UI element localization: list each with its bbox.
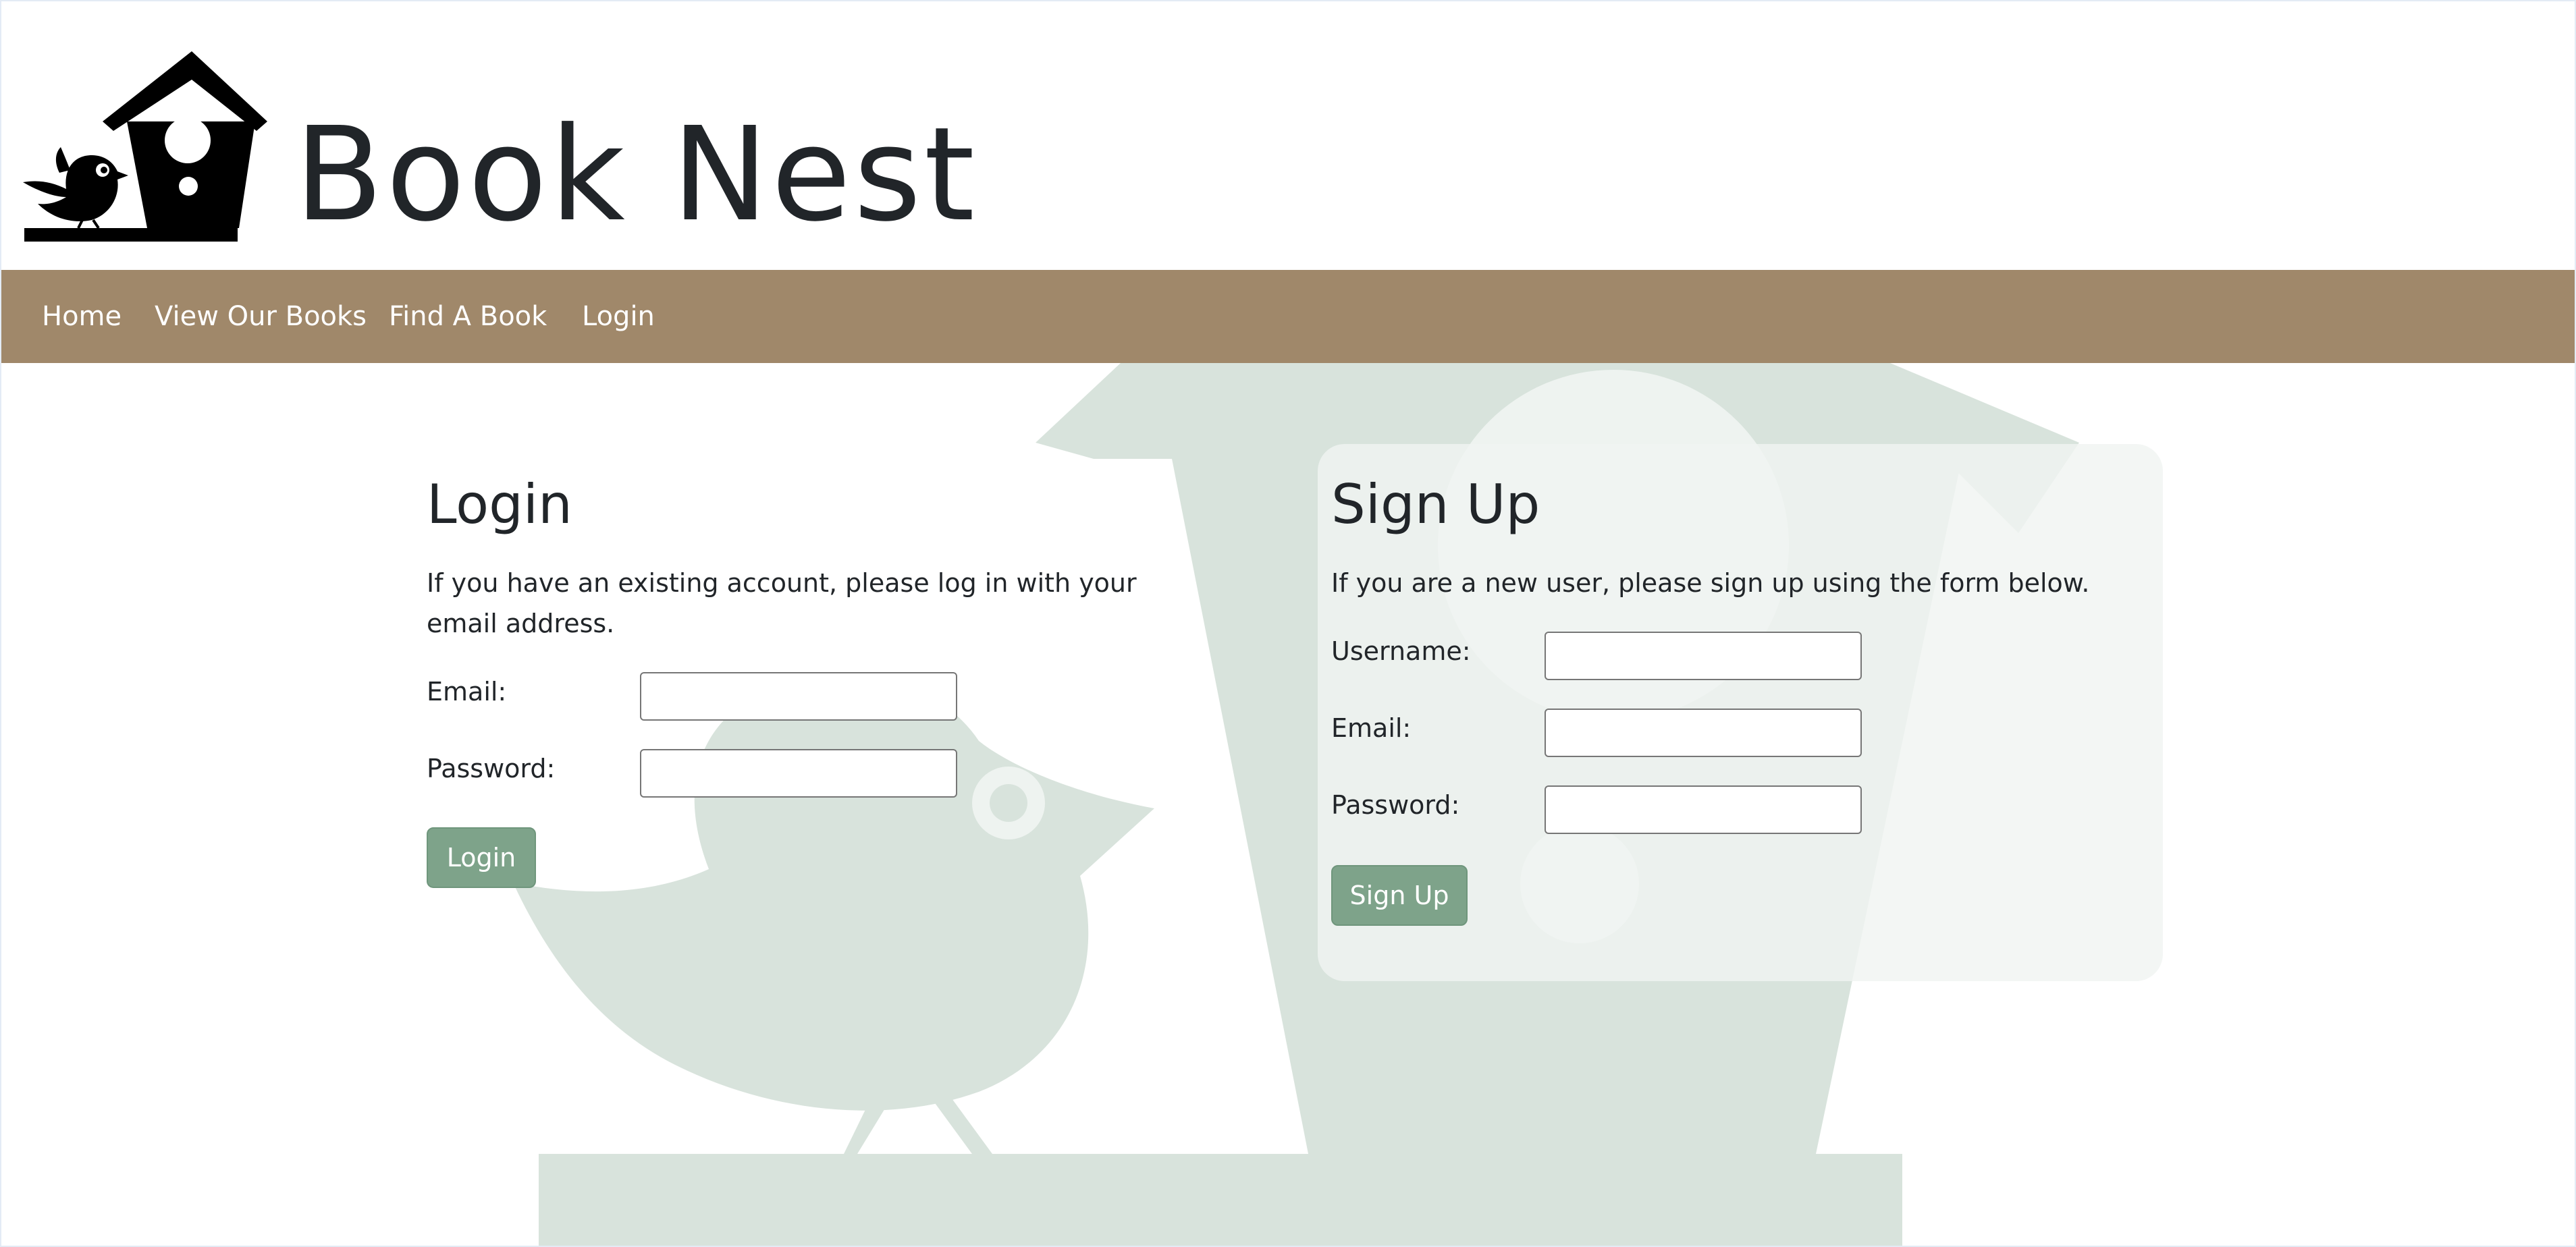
site-title: Book Nest (294, 100, 977, 250)
signup-email-input[interactable] (1545, 709, 1862, 757)
signup-email-label: Email: (1331, 713, 1412, 743)
login-description: If you have an existing account, please … (427, 568, 1137, 638)
birdhouse-bird-logo-icon[interactable] (19, 47, 269, 247)
signup-username-label: Username: (1331, 636, 1471, 666)
signup-button[interactable]: Sign Up (1331, 865, 1468, 926)
birdhouse-bird-watermark (513, 363, 2079, 1247)
signup-username-input[interactable] (1545, 632, 1862, 680)
login-card: Login If you have an existing account, p… (413, 444, 1262, 981)
login-password-label: Password: (427, 754, 556, 783)
nav-link-home[interactable]: Home (42, 270, 122, 363)
nav-link-login[interactable]: Login (582, 270, 655, 363)
login-email-label: Email: (427, 677, 507, 706)
main-nav: Home View Our Books Find A Book Login (0, 270, 2576, 363)
signup-title: Sign Up (1331, 473, 1540, 536)
login-email-input[interactable] (640, 672, 957, 721)
login-password-input[interactable] (640, 749, 957, 798)
signup-description: If you are a new user, please sign up us… (1331, 568, 2090, 598)
nav-link-view-our-books[interactable]: View Our Books (155, 270, 367, 363)
signup-card: Sign Up If you are a new user, please si… (1318, 444, 2163, 981)
signup-password-input[interactable] (1545, 785, 1862, 834)
signup-password-label: Password: (1331, 790, 1460, 820)
nav-link-find-a-book[interactable]: Find A Book (389, 270, 547, 363)
site-header: Book Nest (0, 0, 2576, 270)
login-button[interactable]: Login (427, 827, 536, 888)
login-title: Login (427, 473, 572, 536)
